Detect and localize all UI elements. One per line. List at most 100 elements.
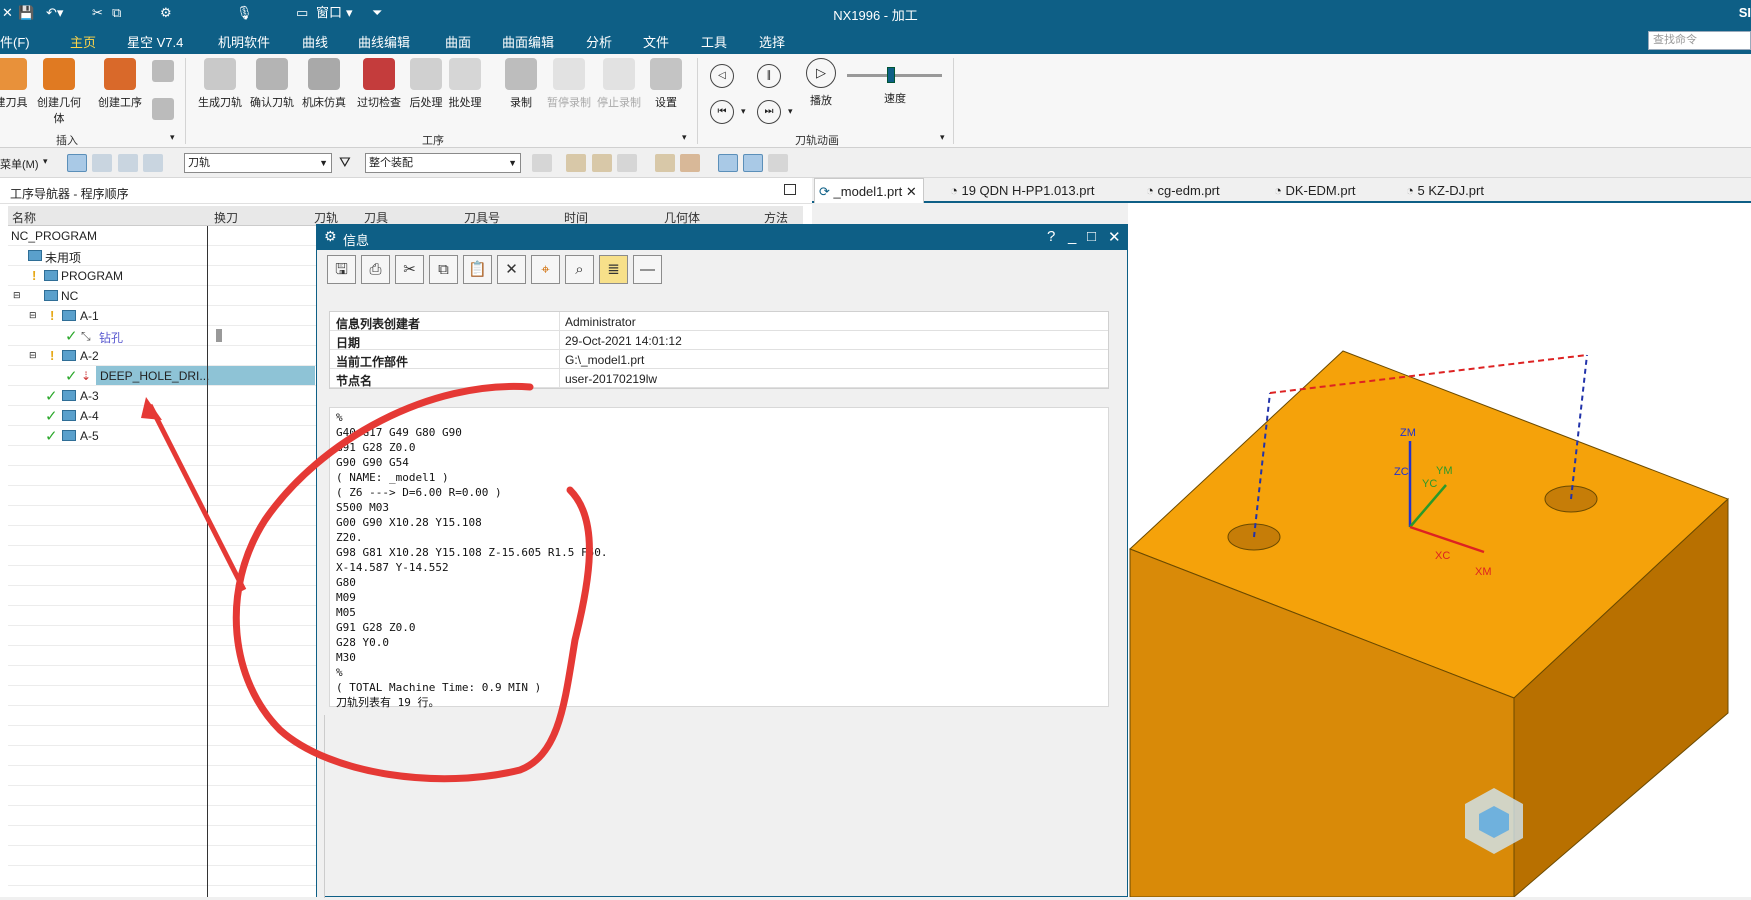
chevron-down-icon[interactable]: ▾ xyxy=(682,132,687,143)
maximize-icon[interactable] xyxy=(784,184,796,195)
chevron-down-icon[interactable]: ▾ xyxy=(788,106,793,117)
ribbon-divider xyxy=(697,58,698,144)
graphics-viewport[interactable]: ZM ZC YC YM XC XM xyxy=(1128,203,1751,899)
chevron-down-icon[interactable]: ▾ xyxy=(940,132,945,143)
method-group-icon[interactable] xyxy=(152,98,174,120)
gouge-check-button[interactable]: 过切检查 xyxy=(352,58,406,110)
axis-label-yc: YC xyxy=(1422,478,1438,490)
menu-button[interactable]: 菜单(M) xyxy=(0,156,39,172)
tab-part-dk-edm[interactable]: ◔ DK-EDM.prt xyxy=(1274,183,1356,198)
program-group-icon[interactable] xyxy=(152,60,174,82)
warning-icon: ! xyxy=(50,308,55,323)
list-icon[interactable] xyxy=(143,154,163,172)
minus-icon[interactable]: — xyxy=(633,255,662,284)
snap-icon[interactable] xyxy=(532,154,552,172)
menu-file[interactable]: 件(F) xyxy=(0,32,30,51)
check-icon: ✓ xyxy=(65,368,78,385)
filter-icon[interactable]: ⛛ xyxy=(339,154,351,171)
step-forward-icon[interactable]: ⏭ xyxy=(757,100,781,124)
tab-part-kz-dj[interactable]: ◔ 5 KZ-DJ.prt xyxy=(1406,183,1484,198)
close-button[interactable]: ✕ xyxy=(1108,228,1121,246)
body-icon[interactable] xyxy=(592,154,612,172)
batch-process-button[interactable]: 批处理 xyxy=(438,58,492,110)
column-tool-change[interactable]: 换刀 xyxy=(214,209,238,226)
info-row: 当前工作部件 G:\_model1.prt xyxy=(330,350,1108,369)
tab-home[interactable]: 主页 xyxy=(61,32,105,58)
wrap-icon[interactable]: ≣ xyxy=(599,255,628,284)
collapse-icon[interactable]: ⊟ xyxy=(29,350,37,361)
tab-part-qdn[interactable]: ◔ 19 QDN H-PP1.013.prt xyxy=(950,183,1094,198)
assembly-scope-select[interactable]: 整个装配 ▼ xyxy=(365,153,521,173)
solid-icon[interactable] xyxy=(680,154,700,172)
cut-icon[interactable]: ✂ xyxy=(395,255,424,284)
verify-toolpath-button[interactable]: 确认刀轨 xyxy=(245,58,299,110)
create-geometry-button[interactable]: 创建几何体 xyxy=(32,58,86,126)
rewind-icon[interactable]: ⏮ xyxy=(710,100,734,124)
maximize-button[interactable]: □ xyxy=(1087,228,1096,245)
create-operation-button[interactable]: 创建工序 xyxy=(93,58,147,110)
collapse-icon[interactable]: ⊟ xyxy=(13,290,21,301)
tab-select[interactable]: 选择 xyxy=(759,32,785,51)
tab-surface-edit[interactable]: 曲面编辑 xyxy=(502,32,554,51)
operation-group-label: 工序 xyxy=(422,135,444,147)
delete-icon[interactable]: ✕ xyxy=(497,255,526,284)
record-button[interactable]: 录制 xyxy=(494,58,548,110)
pause-icon[interactable]: ∥ xyxy=(757,64,781,88)
settings-button[interactable]: 设置 xyxy=(639,58,693,110)
target-icon[interactable]: ⌖ xyxy=(531,255,560,284)
collapse-icon[interactable]: ⊟ xyxy=(29,310,37,321)
play-icon: ▷ xyxy=(806,58,836,88)
brand-logo: SI xyxy=(1738,5,1751,20)
objects-icon[interactable] xyxy=(118,154,138,172)
folder-icon xyxy=(62,350,76,361)
play-button[interactable]: ▷ 播放 xyxy=(794,58,848,108)
mcs-icon[interactable] xyxy=(718,154,738,172)
speed-slider-track[interactable] xyxy=(847,74,942,77)
pause-record-button[interactable]: 暂停录制 xyxy=(542,58,596,110)
close-icon[interactable]: ✕ xyxy=(906,184,917,199)
chevron-down-icon[interactable]: ▾ xyxy=(170,132,175,143)
column-name[interactable]: 名称 xyxy=(12,209,36,226)
info-value: Administrator xyxy=(565,315,636,329)
folder-icon xyxy=(44,290,58,301)
tab-curve[interactable]: 曲线 xyxy=(302,32,328,51)
type-filter-select[interactable]: 刀轨 ▼ xyxy=(184,153,332,173)
speed-slider-thumb[interactable] xyxy=(886,67,895,83)
nc-code-text[interactable]: % G40 G17 G49 G80 G90 G91 G28 Z0.0 G90 G… xyxy=(329,407,1109,709)
hide-icon[interactable] xyxy=(768,154,788,172)
generate-toolpath-button[interactable]: 生成刀轨 xyxy=(193,58,247,110)
tool-change-icon xyxy=(216,329,222,342)
step-back-icon[interactable]: ◁ xyxy=(710,64,734,88)
paste-icon[interactable]: 📋 xyxy=(463,255,492,284)
chevron-down-icon[interactable]: ▾ xyxy=(43,156,48,167)
tab-file[interactable]: 文件 xyxy=(643,32,669,51)
eye-icon[interactable] xyxy=(743,154,763,172)
tab-tools[interactable]: 工具 xyxy=(701,32,727,51)
print-icon[interactable]: ⎙ xyxy=(361,255,390,284)
tab-xingkong[interactable]: 星空 V7.4 xyxy=(127,32,183,51)
record-icon xyxy=(505,58,537,90)
select-mode-icon[interactable] xyxy=(67,154,87,172)
tab-curve-edit[interactable]: 曲线编辑 xyxy=(358,32,410,51)
tab-jiming[interactable]: 机明软件 xyxy=(218,32,270,51)
tab-part-model1[interactable]: ⟳ _model1.prt ✕ xyxy=(814,178,924,203)
copy-icon[interactable]: ⧉ xyxy=(429,255,458,284)
chevron-down-icon[interactable]: ▾ xyxy=(741,106,746,117)
minimize-button[interactable]: _ xyxy=(1068,228,1076,245)
info-header-table: 信息列表创建者 Administrator 日期 29-Oct-2021 14:01… xyxy=(329,311,1109,389)
search-input[interactable]: 查找命令 xyxy=(1648,31,1751,50)
save-icon[interactable]: 🖫 xyxy=(327,255,356,284)
type-filter-value: 刀轨 xyxy=(188,157,210,169)
point-icon[interactable] xyxy=(617,154,637,172)
stop-record-button[interactable]: 停止录制 xyxy=(592,58,646,110)
tab-surface[interactable]: 曲面 xyxy=(445,32,471,51)
component-icon[interactable] xyxy=(566,154,586,172)
cube-icon[interactable] xyxy=(655,154,675,172)
machine-simulation-button[interactable]: 机床仿真 xyxy=(297,58,351,110)
tab-part-cg-edm[interactable]: ◔ cg-edm.prt xyxy=(1146,183,1220,198)
help-button[interactable]: ? xyxy=(1047,228,1055,245)
tab-analysis[interactable]: 分析 xyxy=(586,32,612,51)
find-icon[interactable]: ⌕ xyxy=(565,255,594,284)
create-tool-icon xyxy=(0,58,27,90)
hierarchy-icon[interactable] xyxy=(92,154,112,172)
